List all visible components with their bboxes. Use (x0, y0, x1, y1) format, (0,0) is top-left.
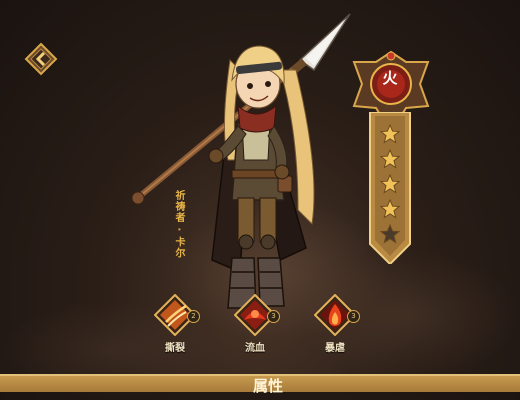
skill-label: 暴虐 (325, 343, 345, 354)
character-name: 祈祷者 · 卡尔 (173, 190, 184, 259)
skill-bleed[interactable]: 3 流血 (228, 293, 282, 354)
skill-tearing[interactable]: 2 撕裂 (148, 293, 202, 354)
claw-slash-icon: 2 (153, 293, 200, 337)
skill-label: 撕裂 (165, 343, 185, 354)
star-filled-icon (379, 173, 401, 194)
skill-level-badge: 3 (347, 310, 360, 323)
skill-tyranny[interactable]: 3 暴虐 (308, 293, 362, 354)
skill-label: 流血 (245, 343, 265, 354)
star-filled-icon (379, 123, 401, 144)
skill-level-badge: 2 (187, 310, 200, 323)
rank-element-char: 火 (382, 69, 398, 87)
back-button[interactable] (24, 42, 58, 76)
star-empty-icon (379, 223, 401, 244)
flame-icon: 3 (313, 293, 360, 337)
star-filled-icon (379, 148, 401, 169)
skill-level-badge: 3 (267, 310, 280, 323)
character-portrait (120, 10, 360, 320)
star-filled-icon (379, 198, 401, 219)
bottom-banner-title: 属性 (252, 377, 283, 393)
back-arrow-icon (24, 42, 58, 76)
blood-drop-icon: 3 (233, 293, 280, 337)
